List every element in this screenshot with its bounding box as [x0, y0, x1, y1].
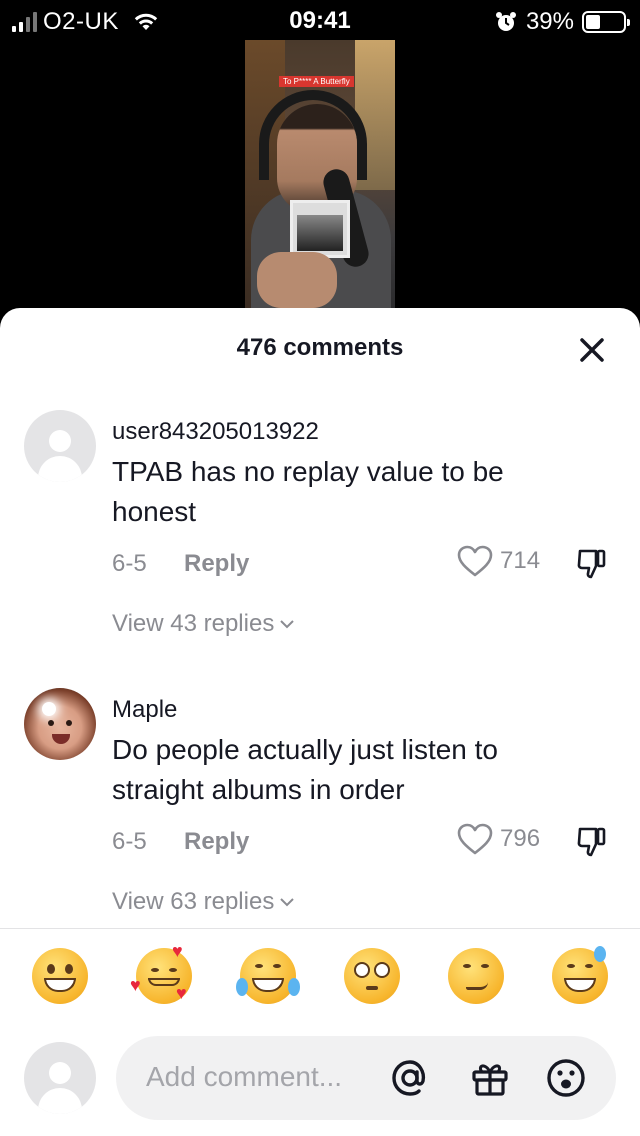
avatar[interactable]	[24, 410, 96, 482]
comment-text: TPAB has no replay value to be honest	[112, 456, 504, 527]
comment-input[interactable]	[146, 1054, 376, 1100]
dislike-icon[interactable]	[574, 546, 610, 582]
view-replies-label: View 43 replies	[112, 610, 275, 637]
alarm-icon	[495, 12, 516, 31]
battery-percent: 39%	[525, 8, 574, 35]
close-icon[interactable]	[574, 332, 610, 368]
comment-input-box[interactable]	[116, 1036, 616, 1120]
battery-icon	[582, 11, 630, 33]
smirking-face-emoji[interactable]	[448, 948, 504, 1004]
comment-date: 6-5	[112, 550, 147, 577]
view-replies-button[interactable]: View 43 replies	[112, 610, 296, 638]
at-icon[interactable]	[388, 1056, 432, 1100]
tears-of-joy-emoji[interactable]	[236, 948, 300, 1004]
emoji-quick-bar: ♥ ♥ ♥	[0, 942, 640, 1018]
divider	[0, 928, 640, 929]
like-count: 714	[500, 547, 541, 574]
gift-icon[interactable]	[468, 1056, 512, 1100]
comment-meta: 6-5 Reply	[112, 828, 249, 856]
grinning-face-emoji[interactable]	[32, 948, 88, 1004]
chevron-down-icon	[280, 898, 295, 907]
comments-sheet: 476 comments user843205013922 TPAB has n…	[0, 308, 640, 1136]
like-count: 796	[500, 825, 541, 852]
album-cover-image	[290, 200, 350, 258]
like-button[interactable]: 796	[456, 822, 540, 856]
chevron-down-icon	[280, 620, 295, 629]
comment-username[interactable]: Maple	[112, 696, 177, 724]
video-player[interactable]: To P**** A Butterfly	[245, 40, 395, 308]
video-caption: To P**** A Butterfly	[279, 76, 354, 87]
comment-date: 6-5	[112, 828, 147, 855]
comments-header: 476 comments	[0, 308, 640, 388]
dislike-icon[interactable]	[574, 824, 610, 860]
view-replies-button[interactable]: View 63 replies	[112, 888, 296, 916]
comment-username[interactable]: user843205013922	[112, 418, 319, 446]
flushed-face-emoji[interactable]	[344, 948, 400, 1004]
heart-icon	[457, 545, 493, 577]
comment-text: Do people actually just listen to straig…	[112, 734, 498, 805]
comment-meta: 6-5 Reply	[112, 550, 249, 578]
reply-button[interactable]: Reply	[184, 828, 249, 856]
grinning-face-with-sweat-emoji[interactable]	[552, 946, 608, 1004]
comment-input-row	[0, 1036, 640, 1126]
avatar[interactable]	[24, 688, 96, 760]
heart-icon	[457, 823, 493, 855]
emoji-icon[interactable]	[544, 1056, 588, 1100]
smiling-face-with-hearts-emoji[interactable]: ♥ ♥ ♥	[130, 942, 192, 1004]
current-user-avatar[interactable]	[24, 1042, 96, 1114]
comments-count-title: 476 comments	[236, 334, 404, 361]
reply-button[interactable]: Reply	[184, 550, 249, 578]
status-bar: O2-UK 09:41 39%	[0, 0, 640, 40]
like-button[interactable]: 714	[456, 544, 540, 578]
view-replies-label: View 63 replies	[112, 888, 275, 915]
